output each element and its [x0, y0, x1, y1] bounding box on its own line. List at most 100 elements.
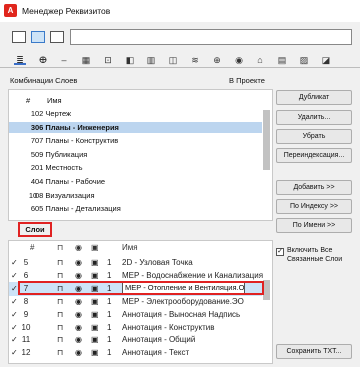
duplicate-button[interactable]: Дубликат [276, 90, 352, 105]
delete-button[interactable]: Удалить... [276, 110, 352, 125]
wireframe-icon[interactable]: ▣ [91, 346, 99, 360]
layers-col-hash: # [30, 243, 35, 252]
lock-icon[interactable]: ⊓ [57, 295, 63, 309]
eye-icon[interactable]: ◉ [75, 346, 82, 360]
view-icon-a[interactable] [12, 31, 26, 43]
eye-icon[interactable]: ◉ [75, 256, 82, 270]
layer-index: 1 [107, 258, 112, 267]
tab-prop-icon[interactable]: ▤ [276, 55, 288, 65]
tab-ops-icon[interactable]: ⊕ [211, 55, 223, 65]
layer-num: 8 [23, 296, 29, 306]
lock-icon[interactable]: ⊓ [57, 308, 63, 322]
eye-icon[interactable]: ◉ [75, 333, 82, 347]
tab-fill-icon[interactable]: ▦ [80, 55, 92, 65]
view-icon-c[interactable] [50, 31, 64, 43]
tab-zone-icon[interactable]: ◫ [167, 55, 179, 65]
layer-row[interactable]: ✓ 10 ⊓ ◉ ▣ 1 Аннотация - Конструктив [9, 321, 262, 335]
eye-icon[interactable]: ◉ [75, 308, 82, 322]
layer-index: 1 [107, 348, 112, 358]
layer-index: 1 [107, 335, 112, 345]
tab-mep-icon[interactable]: ≋ [189, 55, 201, 65]
title-bar: A Менеджер Реквизитов [0, 0, 360, 22]
layer-name: Аннотация - Конструктив [122, 322, 215, 332]
tab-surface-icon[interactable]: ◧ [124, 55, 136, 65]
wireframe-icon[interactable]: ▣ [91, 321, 99, 335]
layer-row[interactable]: ✓ 11 ⊓ ◉ ▣ 1 Аннотация - Общий [9, 333, 262, 347]
layer-row[interactable]: ✓ 9 ⊓ ◉ ▣ 1 Аннотация - Выносная Надпись [9, 308, 262, 322]
layer-num: 12 [21, 348, 31, 358]
combo-row[interactable]: 3 06 Планы - Инженерия [9, 121, 262, 133]
layer-name: Аннотация - Текст [122, 348, 190, 358]
layers-scroll-thumb[interactable] [263, 280, 270, 300]
layer-row[interactable]: ✓ 12 ⊓ ◉ ▣ 1 Аннотация - Текст [9, 346, 262, 360]
lock-icon[interactable]: ⊓ [57, 333, 63, 347]
view-icon-b[interactable] [31, 31, 45, 43]
layer-num: 5 [23, 258, 29, 267]
wire-col-icon: ▣ [91, 243, 99, 252]
combos-header: Комбинации Слоев [10, 76, 78, 85]
wireframe-icon[interactable]: ▣ [91, 256, 99, 270]
app-icon: A [4, 4, 17, 17]
combo-row[interactable]: 4 04 Планы - Рабочие [9, 176, 262, 187]
tab-attr-icon[interactable]: ▨ [298, 55, 310, 65]
layer-check[interactable]: ✓ [11, 346, 18, 360]
layer-index: 1 [107, 296, 112, 306]
tab-markup-icon[interactable]: ◪ [320, 55, 332, 65]
lock-icon[interactable]: ⊓ [57, 256, 63, 270]
layer-row[interactable]: ✓ 5 ⊓ ◉ ▣ 1 2D - Узловая Точка [9, 256, 262, 270]
layers-scrollbar[interactable] [262, 256, 271, 362]
layer-index: 1 [107, 309, 112, 319]
eye-icon[interactable]: ◉ [75, 295, 82, 309]
combo-name: 01 Местность [35, 163, 83, 173]
layers-col-name: Имя [122, 243, 138, 252]
search-input[interactable] [70, 29, 352, 45]
tab-shape-icon[interactable]: ⊡ [102, 55, 114, 65]
tab-material-icon[interactable]: ▥ [145, 55, 157, 65]
window-title: Менеджер Реквизитов [22, 6, 111, 16]
wireframe-icon[interactable]: ▣ [91, 295, 99, 309]
eye-icon[interactable]: ◉ [75, 321, 82, 335]
save-txt-button[interactable]: Сохранить TXT... [276, 344, 352, 359]
combo-row[interactable]: 1 02 Чертеж [9, 108, 262, 119]
combo-row[interactable]: 7 07 Планы - Конструктив [9, 135, 262, 146]
include-all-checkbox[interactable]: ✓ [276, 248, 284, 256]
combo-name: 06 Планы - Инженерия [35, 122, 119, 132]
remove-button[interactable]: Убрать [276, 129, 352, 144]
lock-icon[interactable]: ⊓ [57, 321, 63, 335]
combo-row[interactable]: 6 05 Планы - Детализация [9, 203, 262, 214]
lock-col-icon: ⊓ [57, 243, 64, 252]
layer-check[interactable]: ✓ [11, 282, 18, 296]
combo-row[interactable]: 5 09 Публикация [9, 149, 262, 160]
add-button[interactable]: Добавить >> [276, 180, 352, 195]
layers-label: Слои [18, 222, 52, 237]
layer-check[interactable]: ✓ [11, 308, 18, 322]
layer-num: 10 [21, 322, 31, 332]
lock-icon[interactable]: ⊓ [57, 346, 63, 360]
combo-row[interactable]: 2 01 Местность [9, 162, 262, 173]
tab-line-icon[interactable]: ‒ [58, 55, 70, 65]
layer-check[interactable]: ✓ [11, 333, 18, 347]
by-index-button[interactable]: По Индексу >> [276, 199, 352, 214]
combo-row[interactable]: 10 08 Визуализация [9, 190, 262, 201]
tab-renov-icon[interactable]: ⌂ [254, 55, 266, 65]
column-name: Имя [47, 96, 62, 105]
layer-check[interactable]: ✓ [11, 269, 18, 283]
combos-scroll-thumb[interactable] [263, 110, 270, 170]
combo-name: 02 Чертеж [35, 109, 72, 118]
tab-classify-icon[interactable]: ◉ [233, 55, 245, 65]
in-project-label: В Проекте [229, 76, 265, 85]
layer-check[interactable]: ✓ [11, 295, 18, 309]
reindex-button[interactable]: Переиндексация... [276, 148, 352, 163]
wireframe-icon[interactable]: ▣ [91, 308, 99, 322]
by-name-button[interactable]: По Имени >> [276, 218, 352, 233]
column-hash: # [26, 96, 31, 105]
tab-layers-icon[interactable]: ≣ [14, 55, 26, 65]
layer-row[interactable]: ✓ 8 ⊓ ◉ ▣ 1 MEP - Электрооборудование.ЭО [9, 295, 262, 309]
layer-check[interactable]: ✓ [11, 256, 18, 270]
wireframe-icon[interactable]: ▣ [91, 333, 99, 347]
combo-name: 08 Визуализация [35, 190, 95, 200]
tab-pen-icon[interactable]: ⴲ [37, 55, 49, 65]
combo-name: 05 Планы - Детализация [35, 204, 121, 214]
combo-name: 04 Планы - Рабочие [35, 177, 106, 186]
layer-check[interactable]: ✓ [11, 321, 18, 335]
